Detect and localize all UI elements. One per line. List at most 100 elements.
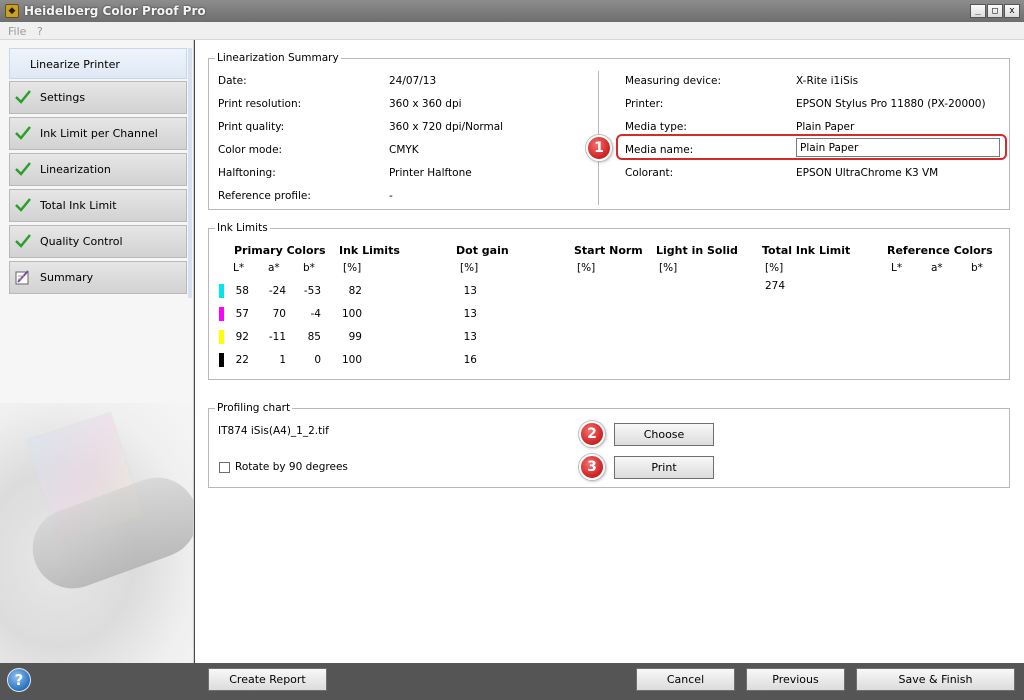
ink-L-value: 57 (235, 308, 249, 320)
sidebar-item-label: Ink Limit per Channel (40, 127, 158, 140)
dot-gain-value: 16 (463, 354, 477, 366)
sidebar-item-label: Total Ink Limit (40, 199, 117, 212)
sidebar-item-label: Quality Control (40, 235, 123, 248)
total-ink-limit-value: 274 (765, 280, 786, 292)
check-icon (15, 126, 31, 140)
sub-header-pct: [%] (577, 262, 596, 274)
group-legend: Linearization Summary (215, 52, 341, 64)
sidebar-item-total-ink-limit[interactable]: Total Ink Limit (9, 189, 187, 222)
dot-gain-value: 13 (463, 308, 477, 320)
sub-header-b: b* (303, 262, 315, 274)
ink-b-value: 0 (314, 354, 321, 366)
help-icon[interactable]: ? (7, 668, 31, 692)
create-report-button[interactable]: Create Report (208, 668, 327, 691)
reference-colors-header: Reference Colors (887, 244, 993, 257)
hcp-logo-icon: ◆ (5, 4, 19, 18)
sidebar-item-label: Linearization (40, 163, 111, 176)
sidebar-item-linearize-printer[interactable]: Linearize Printer (9, 48, 187, 79)
summary-value: 360 x 720 dpi/Normal (389, 121, 504, 133)
summary-icon (15, 270, 29, 285)
sidebar-item-quality-control[interactable]: Quality Control (9, 225, 187, 258)
check-icon (15, 90, 31, 104)
summary-value: EPSON Stylus Pro 11880 (PX-20000) (796, 98, 986, 110)
wizard-sidebar: Linearize Printer Settings Ink Limit per… (0, 40, 194, 663)
sub-header-pct: [%] (343, 262, 362, 274)
black-swatch (219, 353, 224, 367)
sub-header-pct: [%] (659, 262, 678, 274)
ink-a-value: 70 (272, 308, 286, 320)
total-ink-limit-header: Total Ink Limit (762, 244, 851, 257)
sidebar-item-linearization[interactable]: Linearization (9, 153, 187, 186)
check-icon (15, 162, 31, 176)
print-button[interactable]: Print (614, 456, 714, 479)
profiling-chart-file: IT874 iSis(A4)_1_2.tif (218, 425, 329, 437)
magenta-swatch (219, 307, 224, 321)
summary-value: Printer Halftone (389, 167, 472, 179)
sidebar-item-label: Settings (40, 91, 86, 104)
minimize-button[interactable]: _ (970, 4, 986, 18)
menu-file[interactable]: File (8, 25, 26, 38)
sub-header-a: a* (931, 262, 943, 274)
sub-header-pct: [%] (765, 262, 784, 274)
summary-label: Measuring device: (625, 75, 721, 87)
ink-L-value: 58 (235, 285, 249, 297)
dot-gain-value: 13 (463, 331, 477, 343)
linearization-summary-group: Linearization Summary Date: 24/07/13 Pri… (208, 52, 1010, 210)
summary-value: X-Rite i1iSis (796, 75, 859, 87)
summary-label: Print quality: (218, 121, 285, 133)
summary-value: CMYK (389, 144, 419, 156)
callout-3: 3 (579, 454, 605, 480)
sub-header-pct: [%] (460, 262, 479, 274)
summary-label: Reference profile: (218, 190, 311, 202)
ink-b-value: 85 (307, 331, 321, 343)
group-legend: Profiling chart (215, 402, 293, 414)
choose-button[interactable]: Choose (614, 423, 714, 446)
ink-limits-header: Ink Limits (339, 244, 400, 257)
media-name-input[interactable] (796, 138, 1000, 157)
ink-limit-value: 82 (348, 285, 362, 297)
callout-1: 1 (586, 135, 612, 161)
rotate-checkbox[interactable] (219, 462, 230, 473)
light-in-solid-header: Light in Solid (656, 244, 738, 257)
cancel-button[interactable]: Cancel (636, 668, 735, 691)
ink-limit-value: 99 (348, 331, 362, 343)
sub-header-b: b* (971, 262, 983, 274)
previous-button[interactable]: Previous (746, 668, 845, 691)
summary-value: 360 x 360 dpi (389, 98, 462, 110)
summary-label: Color mode: (218, 144, 283, 156)
window-controls: _ □ x (970, 4, 1020, 18)
sub-header-L: L* (891, 262, 903, 274)
rotate-label: Rotate by 90 degrees (235, 461, 348, 473)
close-button[interactable]: x (1004, 4, 1020, 18)
maximize-button[interactable]: □ (987, 4, 1003, 18)
callout-2: 2 (579, 421, 605, 447)
summary-label: Date: (218, 75, 247, 87)
sidebar-scroll-indicator (188, 48, 192, 298)
sidebar-item-settings[interactable]: Settings (9, 81, 187, 114)
yellow-swatch (219, 330, 224, 344)
check-icon (15, 198, 31, 212)
dot-gain-value: 13 (463, 285, 477, 297)
summary-label: Media type: (625, 121, 687, 133)
main-content: Linearization Summary Date: 24/07/13 Pri… (195, 40, 1024, 663)
summary-label: Colorant: (625, 167, 674, 179)
media-name-label: Media name: (625, 144, 694, 156)
ink-limit-value: 100 (341, 308, 362, 320)
ink-b-value: -53 (303, 285, 321, 297)
sub-header-L: L* (233, 262, 245, 274)
summary-label: Print resolution: (218, 98, 302, 110)
ink-L-value: 22 (235, 354, 249, 366)
sub-header-a: a* (268, 262, 280, 274)
sidebar-item-summary[interactable]: Summary (9, 261, 187, 294)
title-bar: ◆ Heidelberg Color Proof Pro _ □ x (0, 0, 1024, 22)
ink-L-value: 92 (235, 331, 249, 343)
summary-value: 24/07/13 (389, 75, 437, 87)
sidebar-item-ink-limit-per-channel[interactable]: Ink Limit per Channel (9, 117, 187, 150)
save-finish-button[interactable]: Save & Finish (856, 668, 1015, 691)
ink-limit-value: 100 (341, 354, 362, 366)
menu-bar: File ? (0, 22, 1024, 40)
ink-a-value: -24 (268, 285, 286, 297)
primary-colors-header: Primary Colors (234, 244, 326, 257)
summary-value: Plain Paper (796, 121, 855, 133)
menu-help[interactable]: ? (37, 25, 43, 38)
